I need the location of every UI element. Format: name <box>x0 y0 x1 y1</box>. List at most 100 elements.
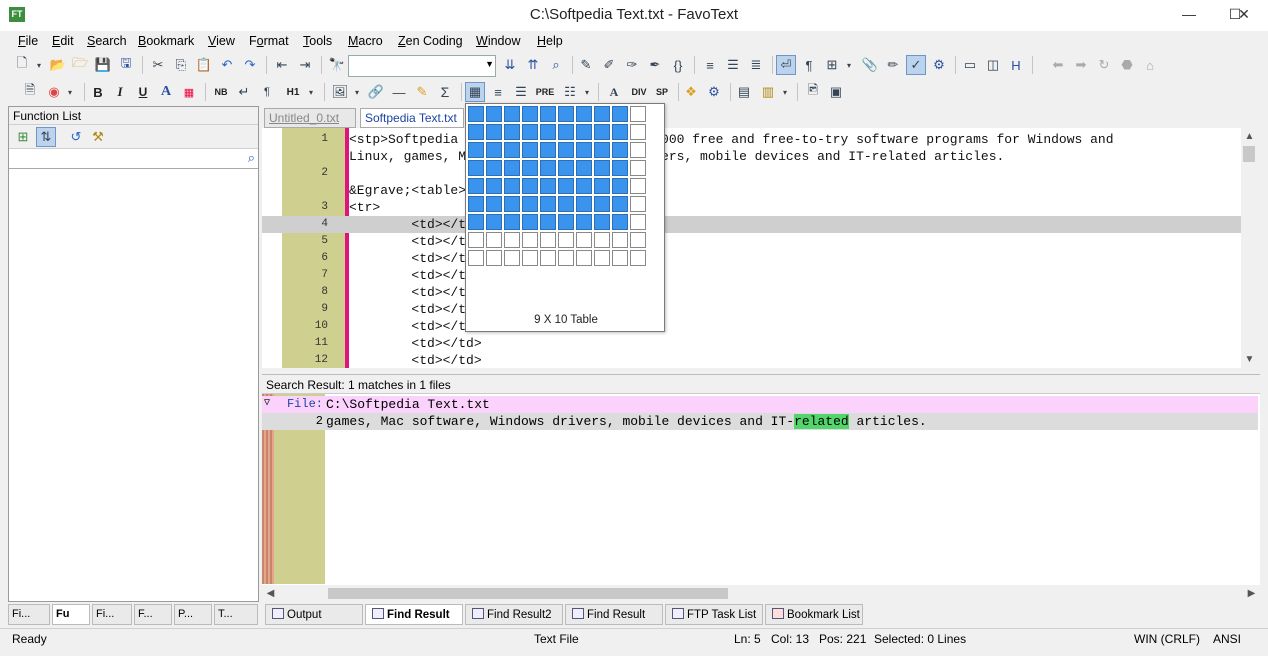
table-grid-cell[interactable] <box>540 124 556 140</box>
table-grid-cell[interactable] <box>558 160 574 176</box>
template-dropdown-icon[interactable]: ▾ <box>780 82 790 102</box>
nbsp-button[interactable]: NB <box>210 82 232 102</box>
indent-icon[interactable]: ⇥ <box>295 55 315 75</box>
doc-tab-softpedia[interactable]: Softpedia Text.txt <box>360 108 464 128</box>
menu-zen-coding[interactable]: Zen Coding <box>398 34 463 48</box>
table-grid-cell[interactable] <box>558 250 574 266</box>
code-line[interactable]: 4 <td></td> <box>262 216 1242 233</box>
forward-arrow-icon[interactable]: ➡ <box>1071 55 1091 75</box>
table-grid-cell[interactable] <box>540 160 556 176</box>
menu-window[interactable]: Window <box>476 34 520 48</box>
paragraph-icon[interactable]: ¶ <box>257 82 277 102</box>
heading-button[interactable]: H1 <box>282 82 304 102</box>
split-vertical-icon[interactable]: ◫ <box>983 55 1003 75</box>
table-grid-cell[interactable] <box>576 124 592 140</box>
table-grid-cell[interactable] <box>522 250 538 266</box>
column-mode-dropdown-icon[interactable]: ▾ <box>844 55 854 75</box>
menu-bookmark[interactable]: Bookmark <box>138 34 194 48</box>
table-grid-cell[interactable] <box>612 142 628 158</box>
table-grid-cell[interactable] <box>576 160 592 176</box>
editor-vertical-scrollbar[interactable]: ▲ ▼ <box>1241 128 1258 368</box>
css-icon[interactable]: ❖ <box>681 82 701 102</box>
table-grid-cell[interactable] <box>612 214 628 230</box>
table-grid-cell[interactable] <box>594 214 610 230</box>
table-grid-cell[interactable] <box>630 124 646 140</box>
table-grid-cell[interactable] <box>540 196 556 212</box>
template-icon[interactable]: ▥ <box>758 82 778 102</box>
clear-bookmarks-icon[interactable]: ✒ <box>645 55 665 75</box>
refresh-icon[interactable]: ↻ <box>1094 55 1114 75</box>
table-grid-cell[interactable] <box>612 178 628 194</box>
scroll-right-icon[interactable]: ▶ <box>1243 585 1260 602</box>
outdent-icon[interactable]: ⇤ <box>272 55 292 75</box>
settings-gear-icon[interactable]: ⚙ <box>929 55 949 75</box>
table-grid-cell[interactable] <box>522 196 538 212</box>
table-grid-cell[interactable] <box>630 232 646 248</box>
table-grid-cell[interactable] <box>594 232 610 248</box>
horizontal-rule-icon[interactable]: — <box>389 82 409 102</box>
table-grid-cell[interactable] <box>486 178 502 194</box>
prev-bookmark-icon[interactable]: ✑ <box>622 55 642 75</box>
html-preview-icon[interactable]: H <box>1006 55 1026 75</box>
cut-icon[interactable]: ✂ <box>148 55 168 75</box>
results-horizontal-scrollbar[interactable]: ◀ ▶ <box>262 585 1260 602</box>
table-grid-cell[interactable] <box>558 142 574 158</box>
table-grid-cell[interactable] <box>522 106 538 122</box>
table-grid-cell[interactable] <box>576 232 592 248</box>
picture-icon[interactable]: 🖻 <box>803 82 823 102</box>
tab-find-result2[interactable]: Find Result2 <box>465 604 563 625</box>
table-grid-cell[interactable] <box>558 214 574 230</box>
table-grid-cell[interactable] <box>612 232 628 248</box>
heading-dropdown-icon[interactable]: ▾ <box>306 82 316 102</box>
minimize-button[interactable]: — <box>1166 0 1212 30</box>
next-bookmark-icon[interactable]: ✐ <box>599 55 619 75</box>
code-line[interactable]: 6 <td></td> <box>262 250 1242 267</box>
menu-view[interactable]: View <box>208 34 235 48</box>
table-grid-cell[interactable] <box>486 232 502 248</box>
scroll-thumb[interactable] <box>1243 146 1255 162</box>
menu-tools[interactable]: Tools <box>303 34 332 48</box>
table-grid-cell[interactable] <box>594 124 610 140</box>
line-break-icon[interactable]: ↵ <box>234 82 254 102</box>
column-mode-icon[interactable]: ⊞ <box>822 55 842 75</box>
code-line[interactable]: 12 <td></td> <box>262 352 1242 368</box>
tab-ftp[interactable]: F... <box>134 604 172 625</box>
table-grid-cell[interactable] <box>468 160 484 176</box>
table-grid-cell[interactable] <box>468 214 484 230</box>
toggle-bookmark-icon[interactable]: ✎ <box>576 55 596 75</box>
table-grid-cell[interactable] <box>540 232 556 248</box>
open-project-icon[interactable]: 🗁 <box>70 55 90 75</box>
table-grid-cell[interactable] <box>558 178 574 194</box>
underline-button[interactable]: U <box>133 82 153 102</box>
search-input[interactable] <box>349 56 495 76</box>
table-grid-cell[interactable] <box>468 232 484 248</box>
paste-icon[interactable]: 📋 <box>194 55 214 75</box>
table-grid-cell[interactable] <box>504 160 520 176</box>
tab-find-result[interactable]: Find Result <box>365 604 463 625</box>
code-line[interactable]: 10 <td></td> <box>262 318 1242 335</box>
table-grid-cell[interactable] <box>576 250 592 266</box>
table-grid-cell[interactable] <box>558 232 574 248</box>
font-icon[interactable]: A <box>604 82 624 102</box>
code-editor[interactable]: 1 <stp>Softpedia is a library of over 500… <box>262 128 1258 368</box>
tab-find-result-3[interactable]: Find Result <box>565 604 663 625</box>
table-grid-cell[interactable] <box>486 250 502 266</box>
search-dropdown-icon[interactable]: ▼ <box>485 59 494 69</box>
align-center-icon[interactable]: ≡ <box>488 82 508 102</box>
refresh-list-icon[interactable]: ↺ <box>66 127 86 147</box>
script-icon[interactable]: ⚙ <box>704 82 724 102</box>
table-grid-cell[interactable] <box>468 142 484 158</box>
align-right-block-icon[interactable]: ≣ <box>746 55 766 75</box>
table-grid-cell[interactable] <box>504 142 520 158</box>
code-line[interactable]: 11 <td></td> <box>262 335 1242 352</box>
result-file-row[interactable]: ▽ File: C:\Softpedia Text.txt <box>262 396 1258 413</box>
table-grid-cell[interactable] <box>468 196 484 212</box>
table-grid-cell[interactable] <box>594 106 610 122</box>
code-line[interactable]: 5 <td></td> <box>262 233 1242 250</box>
scroll-up-icon[interactable]: ▲ <box>1241 128 1258 145</box>
word-wrap-icon[interactable]: ⏎ <box>776 55 796 75</box>
table-grid-cell[interactable] <box>576 142 592 158</box>
table-grid-cell[interactable] <box>594 160 610 176</box>
table-grid-cell[interactable] <box>612 106 628 122</box>
sort-icon[interactable]: ⇅ <box>36 127 56 147</box>
